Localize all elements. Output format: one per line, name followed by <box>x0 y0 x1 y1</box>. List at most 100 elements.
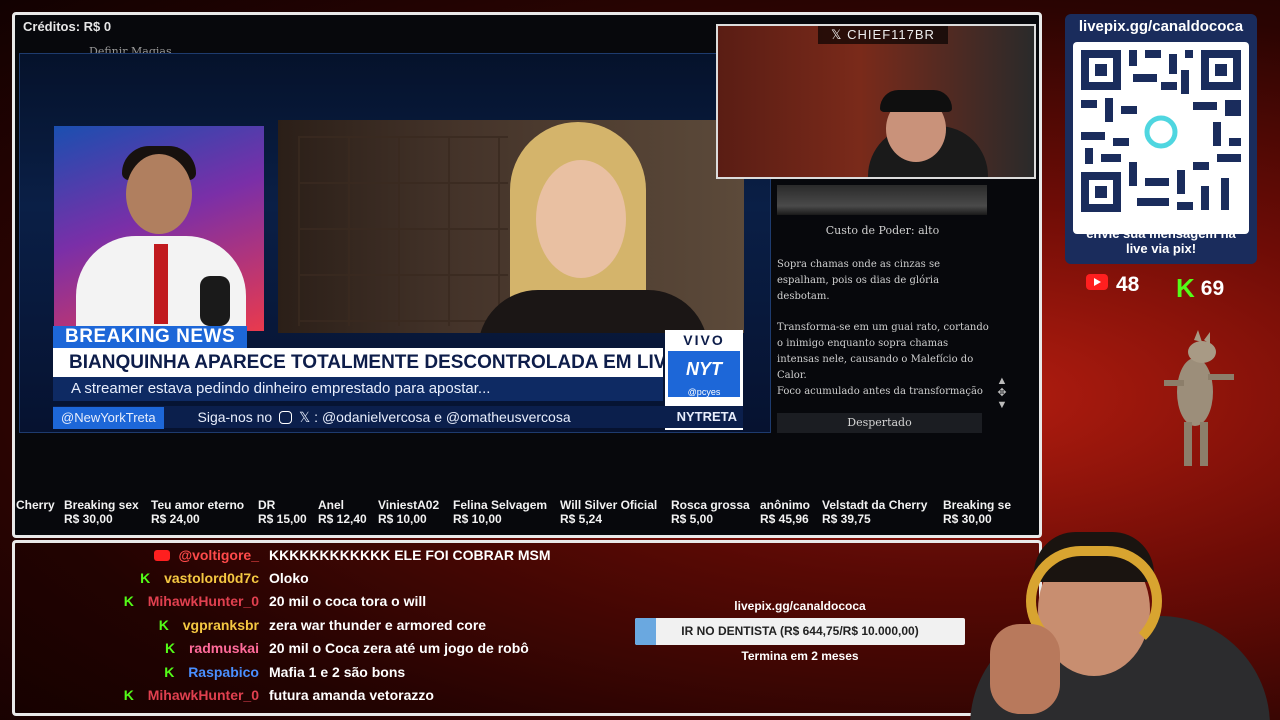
guest-shoulders <box>478 290 708 333</box>
livepix-message-line1: envie sua mensagem na <box>1086 226 1236 241</box>
guest-face <box>536 160 626 278</box>
breaking-news-tag: BREAKING NEWS <box>53 326 248 348</box>
spell-description: Sopra chamas onde as cinzas se espalham,… <box>777 259 941 302</box>
scroll-arrows-icon[interactable]: ▲ ✥ ▼ <box>995 375 1009 411</box>
tip-name: Felina Selvagem <box>453 498 548 512</box>
anchor-face <box>126 154 192 234</box>
awaken-button[interactable]: Despertado <box>777 413 982 433</box>
spell-image <box>777 185 987 215</box>
chat-text: futura amanda vetorazzo <box>269 687 434 703</box>
kick-icon: K <box>164 640 176 656</box>
news-panel: BREAKING NEWS BIANQUINHA APARECE TOTALME… <box>19 53 771 433</box>
power-cost: Custo de Poder: alto <box>825 224 940 237</box>
chat-author: K Raspabico <box>164 662 259 682</box>
tip-name: Cherry <box>16 498 55 512</box>
tip-amount: R$ 10,00 <box>453 512 502 526</box>
headline-bar: BIANQUINHA APARECE TOTALMENTE DESCONTROL… <box>53 348 663 377</box>
chat-username[interactable]: vgpranksbr <box>183 615 259 635</box>
tip-item: anônimo R$ 45,96 <box>760 498 810 526</box>
dancing-wolf-sticker <box>1150 330 1240 480</box>
chat-text: KKKKKKKKKKKK ELE FOI COBRAR MSM <box>269 547 551 563</box>
tip-item: Felina Selvagem R$ 10,00 <box>453 498 547 526</box>
sponsor-label: @pcyes <box>668 387 740 397</box>
livepix-message-line2: live via pix! <box>1125 241 1197 256</box>
tip-name: Will Silver Oficial <box>560 498 658 512</box>
goal-text: IR NO DENTISTA (R$ 644,75/R$ 10.000,00) <box>681 624 919 638</box>
chat-username[interactable]: @voltigore_ <box>178 545 259 565</box>
goal-deadline: Termina em 2 meses <box>741 649 859 663</box>
chat-message: K Raspabico Mafia 1 e 2 são bons <box>15 662 1015 682</box>
cam-handle: CHIEF117BR <box>847 27 935 42</box>
tip-item: Rosca grossa R$ 5,00 <box>671 498 750 526</box>
chat-message: Kvastolord0d7c Oloko <box>15 568 1015 588</box>
chat-text: Oloko <box>269 570 309 586</box>
chat-text: zera war thunder e armored core <box>269 617 487 633</box>
kick-icon: K <box>123 593 134 609</box>
chat-username[interactable]: radmuskai <box>189 638 259 658</box>
tip-name: Teu amor eterno <box>151 498 245 512</box>
twitter-icon: 𝕏 <box>299 409 311 425</box>
subheadline-bar: A streamer estava pedindo dinheiro empre… <box>53 377 663 401</box>
cam-handle-label: 𝕏 CHIEF117BR <box>818 26 948 44</box>
tip-amount: R$ 24,00 <box>151 512 200 526</box>
goal-url: livepix.gg/canaldococa <box>734 599 866 613</box>
tip-item: Velstadt da Cherry R$ 39,75 <box>822 498 927 526</box>
tip-item: ViniestA02 R$ 10,00 <box>378 498 439 526</box>
tip-item: Anel R$ 12,40 <box>318 498 367 526</box>
tip-amount: R$ 5,00 <box>671 512 714 526</box>
tip-name: Rosca grossa <box>671 498 750 512</box>
tip-amount: R$ 12,40 <box>318 512 367 526</box>
chat-username[interactable]: MihawkHunter_0 <box>148 685 259 705</box>
chat-author: Kvgpranksbr <box>159 615 259 635</box>
channel-label: NYTRETA <box>676 409 737 424</box>
goal-progress-bar: IR NO DENTISTA (R$ 644,75/R$ 10.000,00) <box>635 618 965 645</box>
spell-effect-text: Transforma-se em um guai rato, cortando … <box>777 322 989 381</box>
qr-code-icon <box>1073 42 1249 234</box>
livepix-message: envie sua mensagem na live via pix! <box>1065 226 1257 256</box>
chat-text: 20 mil o Coca zera até um jogo de robô <box>269 640 529 656</box>
kick-icon: K <box>140 570 151 586</box>
follow-prefix: Siga-nos no <box>197 409 273 425</box>
tip-item: Cherry <box>16 498 55 512</box>
spell-focus-text: Foco acumulado antes da transformação <box>777 386 983 397</box>
spell-effect: Transforma-se em um guai rato, cortando … <box>777 320 992 400</box>
kick-viewers: K 69 <box>1176 273 1224 304</box>
streamer-webcam <box>950 506 1280 720</box>
chat-text: 20 mil o coca tora o will <box>269 593 427 609</box>
chat-username[interactable]: Raspabico <box>188 662 259 682</box>
tip-marquee: Cherry Breaking sex R$ 30,00 Teu amor etern… <box>14 498 1038 532</box>
instagram-icon <box>279 411 293 424</box>
handle-chip: @NewYorkTreta <box>53 407 164 429</box>
tip-item: Teu amor eterno R$ 24,00 <box>151 498 244 526</box>
livepix-url: livepix.gg/canaldococa <box>1078 18 1244 35</box>
chat-username[interactable]: MihawkHunter_0 <box>148 591 259 611</box>
chief-webcam: 𝕏 CHIEF117BR <box>716 24 1036 179</box>
tip-name: Breaking sex <box>64 498 139 512</box>
tip-amount: R$ 5,24 <box>560 512 603 526</box>
credits-label: Créditos: R$ 0 <box>23 19 112 34</box>
chat-username[interactable]: vastolord0d7c <box>164 568 259 588</box>
wall-panels <box>298 136 508 326</box>
tip-name: ViniestA02 <box>378 498 440 512</box>
tip-amount: R$ 30,00 <box>64 512 113 526</box>
chat-message: K MihawkHunter_0 futura amanda vetorazzo <box>15 685 1015 705</box>
nyt-logo: NYT <box>668 351 740 387</box>
tip-amount: R$ 15,00 <box>258 512 307 526</box>
tip-amount: R$ 45,96 <box>760 512 809 526</box>
social-ticker: @NewYorkTreta Siga-nos no 𝕏 : @odanielve… <box>53 406 743 429</box>
anchor-video <box>54 126 264 331</box>
kick-icon: K <box>164 664 175 680</box>
kick-viewer-count: 69 <box>1200 277 1225 300</box>
kick-icon: K <box>1176 273 1195 303</box>
anchor-tie <box>154 244 168 324</box>
kick-icon: K <box>158 617 169 633</box>
chat-text: Mafia 1 e 2 são bons <box>269 664 406 680</box>
tip-item: Breaking sex R$ 30,00 <box>64 498 139 526</box>
chief-cap <box>880 90 952 112</box>
chat-author: K MihawkHunter_0 <box>124 685 259 705</box>
spell-panel: Custo de Poder: alto Sopra chamas onde a… <box>775 185 990 435</box>
tip-name: DR <box>258 498 276 512</box>
tip-amount: R$ 10,00 <box>378 512 427 526</box>
chat-message: @voltigore_ KKKKKKKKKKKK ELE FOI COBRAR M… <box>15 545 1015 565</box>
live-label: VIVO <box>683 332 725 348</box>
